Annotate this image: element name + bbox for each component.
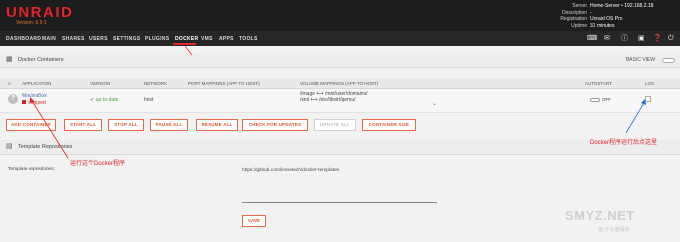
annotation-right: Docker程序运行后点这里 bbox=[590, 140, 658, 146]
watermark-sub: 值 什么值得买 bbox=[598, 227, 630, 233]
arrow-nav-line bbox=[184, 45, 193, 56]
arrow-left-line bbox=[31, 100, 69, 159]
arrow-right-line bbox=[625, 102, 645, 134]
annotation-left: 运行这个Docker程序 bbox=[70, 161, 126, 167]
arrow-left-head bbox=[30, 97, 35, 103]
watermark: SMYZ.NET bbox=[565, 208, 635, 223]
unraid-docker-page: UNRAID Version: 6.9.1 Server Description… bbox=[0, 0, 680, 242]
annotation-arrows bbox=[30, 45, 646, 159]
